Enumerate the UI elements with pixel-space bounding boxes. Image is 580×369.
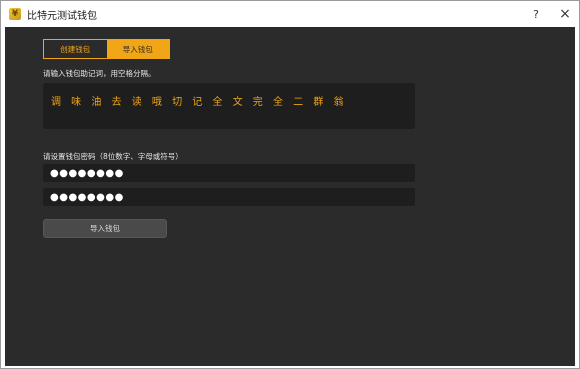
mnemonic-value: 调 味 油 去 读 哦 切 记 全 文 完 全 二 群 翁 [51, 97, 348, 108]
mnemonic-input[interactable]: 调 味 油 去 读 哦 切 记 全 文 完 全 二 群 翁 [43, 83, 415, 129]
tab-create-wallet[interactable]: 创建钱包 [44, 40, 107, 58]
password-label: 请设置钱包密码（8位数字、字母或符号） [43, 152, 183, 161]
tab-import-wallet[interactable]: 导入钱包 [106, 40, 169, 58]
import-wallet-button[interactable]: 导入钱包 [43, 219, 167, 238]
password-field[interactable]: ●●●●●●●● [43, 164, 415, 182]
app-logo-icon: ¥ [9, 8, 21, 20]
help-button[interactable]: ? [523, 1, 549, 27]
mnemonic-label: 请输入钱包助记词，用空格分隔。 [43, 69, 156, 78]
close-button[interactable]: × [552, 1, 578, 27]
confirm-password-field[interactable]: ●●●●●●●● [43, 188, 415, 206]
app-window: ¥ 比特元测试钱包 ? × 创建钱包 导入钱包 请输入钱包助记词，用空格分隔。 … [0, 0, 580, 369]
title-bar: ¥ 比特元测试钱包 ? × [1, 1, 579, 27]
main-panel: 创建钱包 导入钱包 请输入钱包助记词，用空格分隔。 调 味 油 去 读 哦 切 … [5, 27, 575, 366]
window-title: 比特元测试钱包 [27, 10, 97, 22]
tab-group: 创建钱包 导入钱包 [43, 39, 170, 59]
